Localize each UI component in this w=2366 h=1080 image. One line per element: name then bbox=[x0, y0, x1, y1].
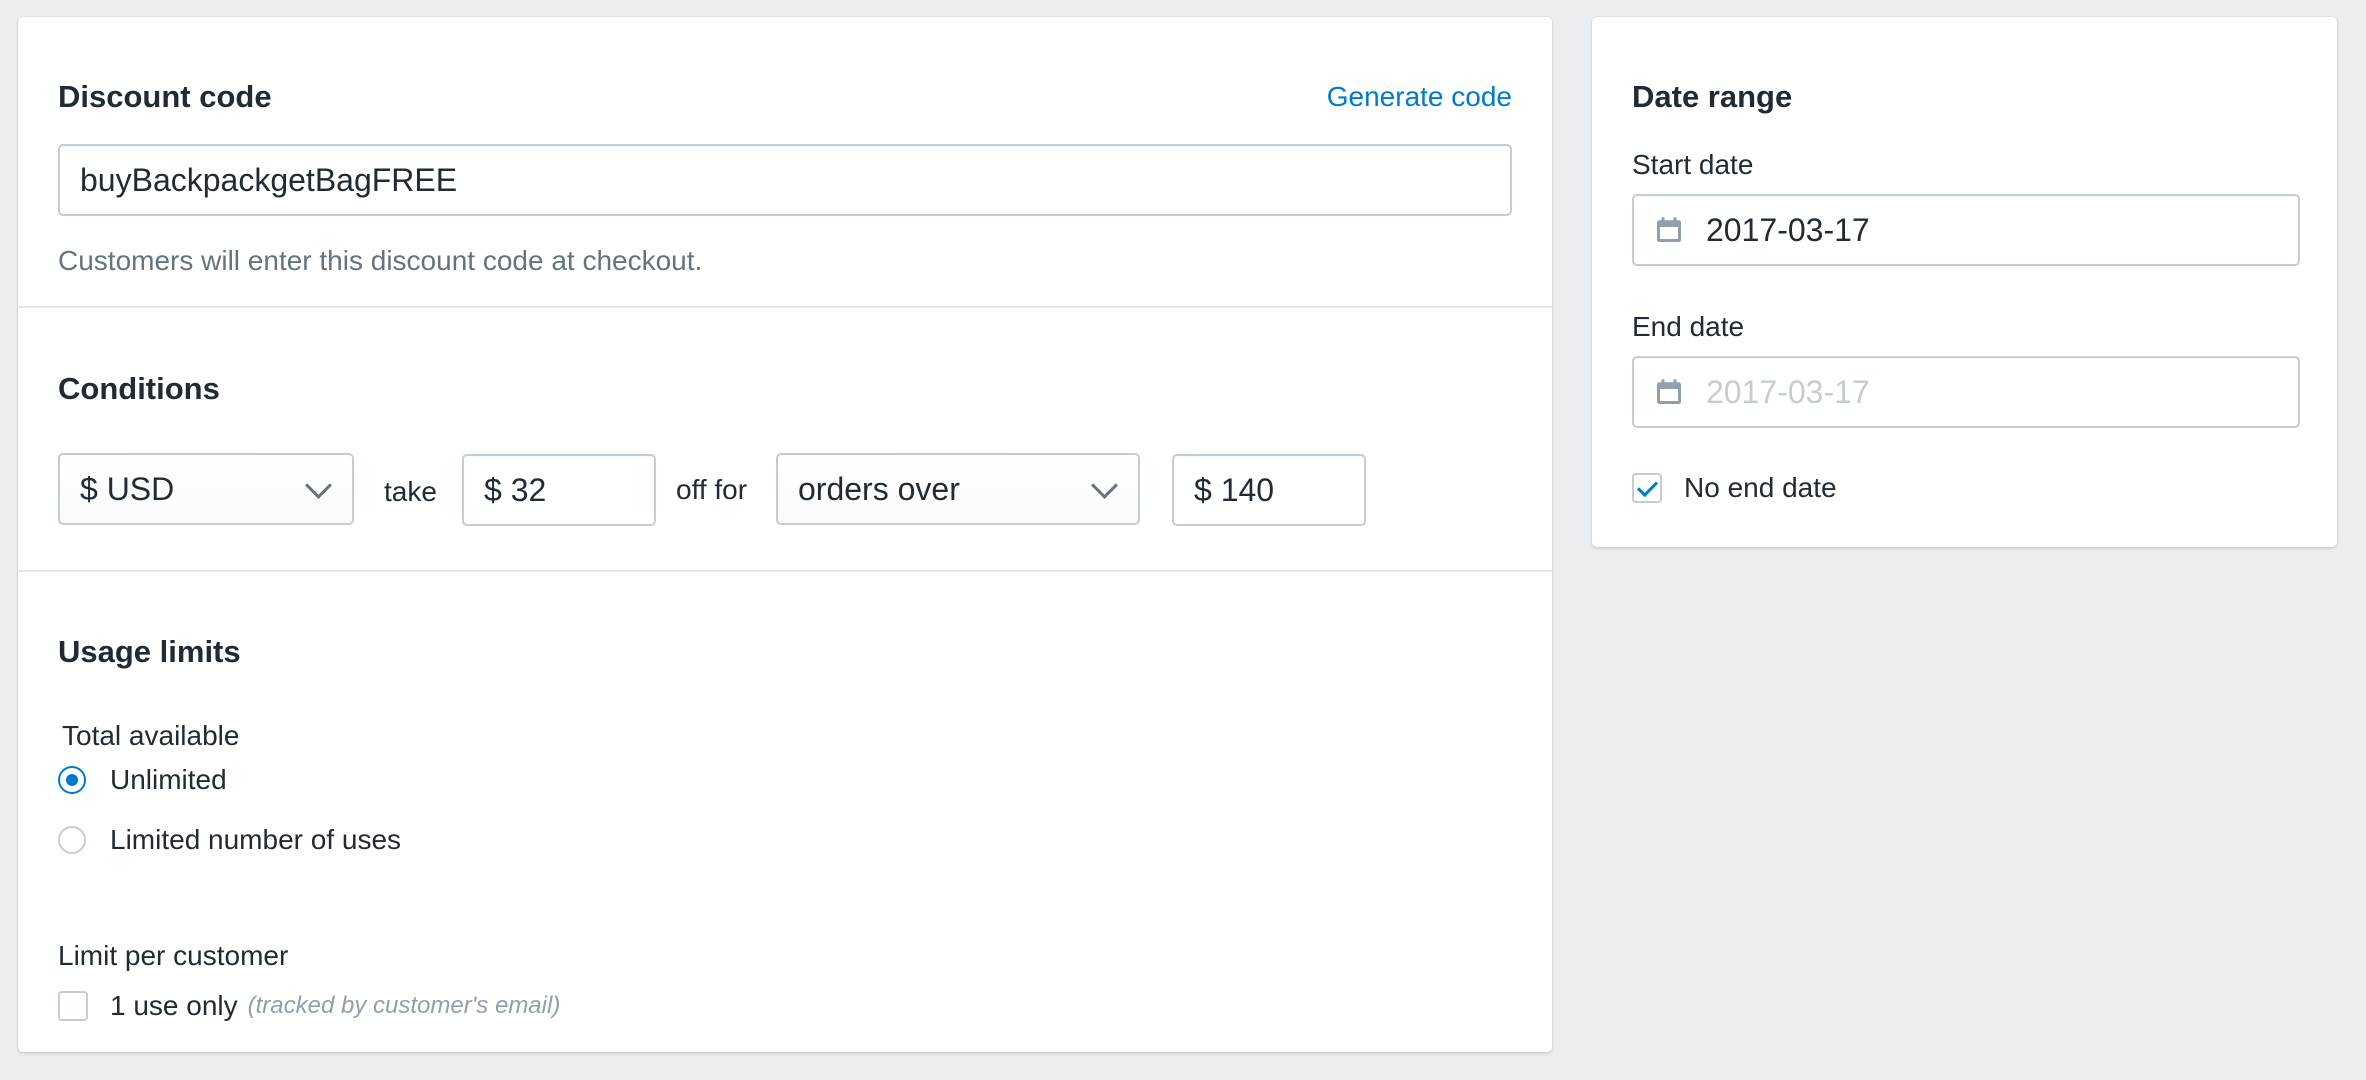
radio-button[interactable] bbox=[58, 826, 86, 854]
discount-amount-value: $ 32 bbox=[484, 471, 547, 508]
discount-code-section: Discount code Generate code buyBackpackg… bbox=[18, 17, 1552, 307]
conditions-section: Conditions $ USD take $ 32 off for order… bbox=[18, 308, 1552, 570]
date-range-card: Date range Start date 2017-03-17 End dat… bbox=[1592, 17, 2337, 547]
checkmark-icon bbox=[1636, 475, 1659, 498]
total-available-label: Total available bbox=[62, 720, 240, 751]
usage-limits-heading: Usage limits bbox=[58, 634, 241, 669]
radio-limited-label: Limited number of uses bbox=[110, 824, 402, 855]
start-date-label: Start date bbox=[1632, 149, 1754, 180]
discount-code-value: buyBackpackgetBagFREE bbox=[80, 161, 458, 198]
discount-amount-input[interactable]: $ 32 bbox=[462, 454, 656, 526]
limit-per-customer-label: Limit per customer bbox=[58, 940, 289, 971]
no-end-date-checkbox[interactable] bbox=[1632, 473, 1662, 503]
one-use-only-note: (tracked by customer's email) bbox=[247, 992, 561, 1019]
generate-code-link[interactable]: Generate code bbox=[1327, 83, 1512, 111]
discount-code-heading: Discount code bbox=[58, 79, 272, 114]
threshold-amount-value: $ 140 bbox=[1194, 471, 1275, 508]
radio-unlimited-label: Unlimited bbox=[110, 764, 227, 795]
radio-limited-uses[interactable]: Limited number of uses bbox=[58, 824, 401, 856]
one-use-only-label: 1 use only bbox=[110, 990, 238, 1021]
conditions-heading: Conditions bbox=[58, 371, 220, 406]
radio-unlimited[interactable]: Unlimited bbox=[58, 764, 227, 796]
no-end-date-checkbox-row[interactable]: No end date bbox=[1632, 472, 1837, 504]
end-date-input[interactable]: 2017-03-17 bbox=[1632, 356, 2300, 428]
off-for-label: off for bbox=[676, 474, 748, 505]
radio-button-selected[interactable] bbox=[58, 766, 86, 794]
condition-type-value: orders over bbox=[798, 470, 960, 507]
condition-type-select[interactable]: orders over bbox=[776, 453, 1140, 525]
chevron-down-icon bbox=[1091, 471, 1118, 499]
discount-code-input[interactable]: buyBackpackgetBagFREE bbox=[58, 144, 1512, 216]
no-end-date-label: No end date bbox=[1684, 472, 1837, 503]
currency-select[interactable]: $ USD bbox=[58, 453, 354, 525]
usage-limits-section: Usage limits Total available Unlimited L… bbox=[18, 572, 1552, 1052]
date-range-heading: Date range bbox=[1632, 79, 1793, 114]
start-date-value: 2017-03-17 bbox=[1706, 211, 1870, 248]
calendar-icon bbox=[1657, 217, 1681, 242]
currency-value: $ USD bbox=[80, 470, 175, 507]
end-date-label: End date bbox=[1632, 311, 1745, 342]
end-date-placeholder: 2017-03-17 bbox=[1706, 373, 1870, 410]
discount-form-card: Discount code Generate code buyBackpackg… bbox=[18, 17, 1552, 1052]
one-use-only-checkbox-row[interactable]: 1 use only (tracked by customer's email) bbox=[58, 990, 560, 1022]
calendar-icon bbox=[1657, 379, 1681, 404]
chevron-down-icon bbox=[305, 471, 332, 499]
discount-code-help-text: Customers will enter this discount code … bbox=[58, 245, 703, 276]
one-use-only-checkbox[interactable] bbox=[58, 991, 88, 1021]
threshold-amount-input[interactable]: $ 140 bbox=[1172, 454, 1366, 526]
start-date-input[interactable]: 2017-03-17 bbox=[1632, 194, 2300, 266]
take-label: take bbox=[384, 476, 437, 507]
